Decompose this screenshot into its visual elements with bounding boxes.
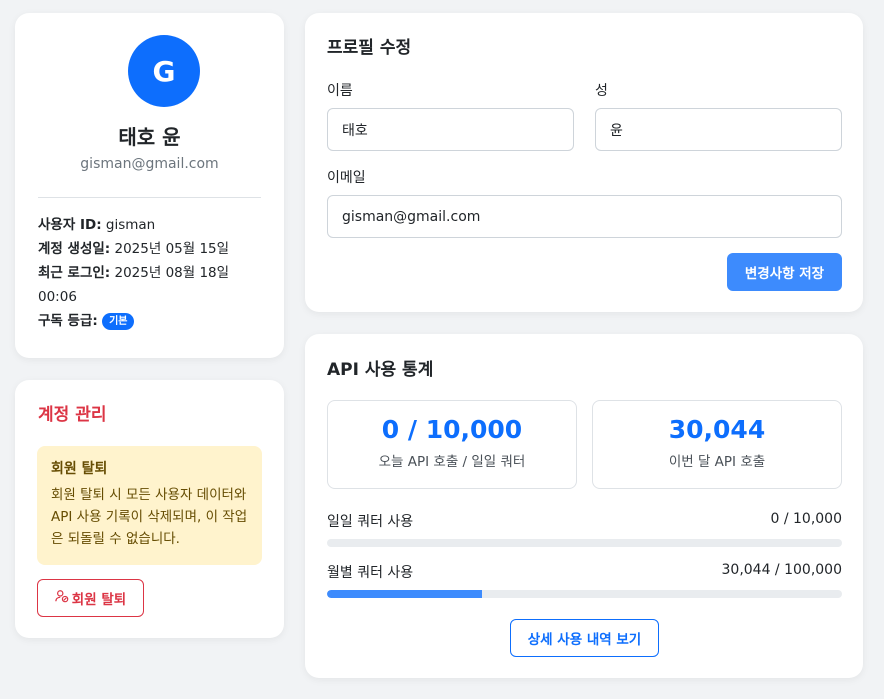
user-id-label: 사용자 ID:	[38, 217, 102, 233]
view-usage-details-button[interactable]: 상세 사용 내역 보기	[510, 619, 659, 657]
daily-quota-progress	[327, 539, 842, 547]
api-stats-card: API 사용 통계 0 / 10,000 오늘 API 호출 / 일일 쿼터 3…	[305, 334, 863, 678]
email-label: 이메일	[327, 170, 366, 186]
last-login-label: 최근 로그인:	[38, 265, 111, 281]
edit-profile-card: 프로필 수정 이름 성 이메일 변경사항 저장	[305, 13, 863, 312]
last-name-label: 성	[595, 83, 608, 99]
profile-card: G 태호 윤 gisman@gmail.com 사용자 ID: gisman 계…	[15, 13, 284, 358]
email-input[interactable]	[327, 195, 842, 238]
month-calls-value: 30,044	[668, 415, 766, 444]
delete-account-label: 회원 탈퇴	[71, 592, 127, 608]
created-label: 계정 생성일:	[38, 241, 111, 257]
monthly-quota-value: 30,044 / 100,000	[721, 562, 843, 578]
monthly-quota-label: 월별 쿼터 사용	[327, 565, 414, 581]
save-changes-button[interactable]: 변경사항 저장	[727, 253, 842, 291]
today-calls-stat: 0 / 10,000 오늘 API 호출 / 일일 쿼터	[327, 400, 577, 489]
monthly-quota-progress-fill	[327, 590, 482, 598]
daily-quota-label: 일일 쿼터 사용	[327, 514, 414, 530]
last-login-row: 최근 로그인: 2025년 08월 18일 00:06	[38, 261, 268, 309]
delete-account-button[interactable]: 회원 탈퇴	[37, 579, 144, 617]
user-x-icon	[55, 589, 69, 607]
month-calls-label: 이번 달 API 호출	[668, 454, 766, 470]
edit-profile-title: 프로필 수정	[327, 38, 412, 58]
profile-name: 태호 윤	[118, 125, 181, 149]
first-name-input[interactable]	[327, 108, 574, 151]
api-stats-title: API 사용 통계	[327, 360, 434, 380]
tier-label: 구독 등급:	[38, 313, 98, 329]
delete-warning-alert: 회원 탈퇴 회원 탈퇴 시 모든 사용자 데이터와 API 사용 기록이 삭제되…	[37, 446, 262, 565]
delete-warning-title: 회원 탈퇴	[51, 461, 108, 477]
last-name-input[interactable]	[595, 108, 842, 151]
first-name-label: 이름	[327, 83, 353, 99]
month-calls-stat: 30,044 이번 달 API 호출	[592, 400, 842, 489]
created-value: 2025년 05월 15일	[114, 241, 230, 257]
tier-badge: 기본	[102, 313, 135, 330]
avatar: G	[128, 35, 200, 107]
today-calls-label: 오늘 API 호출 / 일일 쿼터	[378, 454, 526, 470]
profile-email: gisman@gmail.com	[80, 156, 219, 172]
tier-row: 구독 등급: 기본	[38, 309, 268, 333]
account-management-title: 계정 관리	[38, 405, 107, 425]
divider	[38, 197, 261, 198]
account-management-card: 계정 관리 회원 탈퇴 회원 탈퇴 시 모든 사용자 데이터와 API 사용 기…	[15, 380, 284, 638]
delete-warning-text: 회원 탈퇴 시 모든 사용자 데이터와 API 사용 기록이 삭제되며, 이 작…	[51, 487, 248, 547]
user-id-value: gisman	[105, 217, 156, 233]
today-calls-value: 0 / 10,000	[381, 415, 523, 444]
created-row: 계정 생성일: 2025년 05월 15일	[38, 237, 268, 261]
daily-quota-value: 0 / 10,000	[770, 511, 842, 527]
monthly-quota-progress	[327, 590, 842, 598]
profile-info: 사용자 ID: gisman 계정 생성일: 2025년 05월 15일 최근 …	[38, 213, 268, 333]
user-id-row: 사용자 ID: gisman	[38, 213, 268, 237]
